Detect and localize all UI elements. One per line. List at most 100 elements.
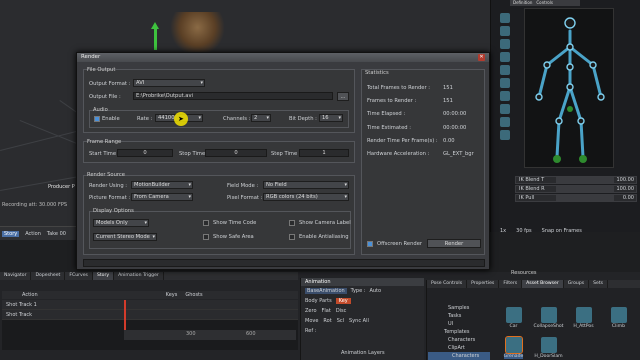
tab-controls[interactable]: Controls — [536, 0, 553, 6]
sync-all-button[interactable]: Sync All — [349, 318, 369, 324]
track-row[interactable]: Shot Track — [2, 310, 298, 320]
tab-story[interactable]: Story — [92, 272, 115, 280]
antialiasing-checkbox[interactable] — [289, 234, 295, 240]
key-button[interactable]: Key — [335, 298, 351, 304]
asset-thumbnail[interactable]: Grenade — [497, 331, 530, 359]
browse-button[interactable]: ... — [337, 92, 349, 101]
timeline-ruler[interactable]: 300 600 — [124, 330, 296, 340]
asset-tree: Samples Tasks UI Templates Characters Cl… — [428, 304, 490, 360]
prop-value[interactable]: 0.00 — [614, 195, 636, 201]
take-dropdown[interactable]: Take 00 — [47, 231, 66, 237]
tool-icon[interactable] — [500, 104, 510, 114]
prop-value[interactable]: 100.00 — [614, 177, 636, 183]
snap-dropdown[interactable]: Snap on Frames — [542, 228, 582, 234]
prop-value[interactable]: 100.00 — [614, 186, 636, 192]
tool-icon[interactable] — [500, 52, 510, 62]
tree-item[interactable]: Samples — [428, 304, 490, 312]
output-format-dropdown[interactable]: AVI — [133, 79, 205, 87]
picture-format-dropdown[interactable]: From Camera — [131, 193, 193, 201]
ruler-tick-label: 300 — [186, 331, 196, 337]
tree-item[interactable]: Templates — [428, 328, 490, 336]
character-skeleton-view[interactable] — [524, 8, 614, 168]
tool-icon[interactable] — [500, 13, 510, 23]
tab-properties[interactable]: Properties — [467, 280, 500, 288]
audio-enable-checkbox[interactable] — [94, 116, 100, 122]
render-button[interactable]: Render — [427, 239, 481, 248]
close-icon[interactable]: ✕ — [478, 54, 485, 61]
character-model[interactable] — [170, 12, 225, 56]
tab-filters[interactable]: Filters — [499, 280, 523, 288]
ik-blend-t-row[interactable]: IK Blend T 100.00 — [515, 176, 637, 184]
prop-slider[interactable] — [556, 186, 614, 192]
output-file-field[interactable]: E:\Probrike\Output.avi — [133, 92, 333, 100]
translate-y-axis[interactable] — [154, 28, 157, 50]
tool-icon[interactable] — [500, 117, 510, 127]
stereo-mode-dropdown[interactable]: Current Stereo Mode — [93, 233, 157, 241]
show-camera-label-checkbox[interactable] — [289, 220, 295, 226]
tool-icon[interactable] — [500, 91, 510, 101]
field-mode-dropdown[interactable]: No Field — [263, 181, 349, 189]
tree-item[interactable]: Characters — [428, 336, 490, 344]
tool-icon[interactable] — [500, 26, 510, 36]
tool-icon[interactable] — [500, 78, 510, 88]
resources-label: Resources — [511, 270, 537, 276]
fps-dropdown[interactable]: 30 fps — [516, 228, 532, 234]
keys-button[interactable]: Keys — [166, 292, 178, 298]
asset-label: Car — [509, 324, 518, 329]
tool-icon[interactable] — [500, 65, 510, 75]
tab-pose-controls[interactable]: Pose Controls — [427, 280, 468, 288]
ik-blend-r-row[interactable]: IK Blend R 100.00 — [515, 185, 637, 193]
asset-thumbnail[interactable]: Car — [497, 301, 530, 329]
step-time-field[interactable]: 1 — [299, 149, 349, 157]
asset-icon — [575, 307, 592, 323]
tab-sets[interactable]: Sets — [589, 280, 609, 288]
tab-fcurves[interactable]: FCurves — [65, 272, 93, 280]
asset-thumbnail[interactable]: H_DoorSlam — [532, 331, 565, 359]
show-safe-area-checkbox[interactable] — [203, 234, 209, 240]
speed-dropdown[interactable]: 1x — [500, 228, 506, 234]
prop-slider[interactable] — [556, 195, 614, 201]
tab-definition[interactable]: Definition — [513, 0, 532, 6]
output-file-label: Output File : — [89, 94, 121, 100]
dialog-titlebar[interactable]: Render ✕ — [77, 53, 489, 62]
channels-dropdown[interactable]: 2 — [251, 114, 271, 122]
tree-item[interactable]: Characters — [428, 352, 490, 360]
story-mode-button[interactable]: Story — [2, 230, 20, 237]
rot-button[interactable]: Rot — [323, 318, 331, 324]
tree-item[interactable]: ClipArt — [428, 344, 490, 352]
bitdepth-dropdown[interactable]: 16 — [319, 114, 343, 122]
tree-item[interactable]: Tasks — [428, 312, 490, 320]
asset-thumbnail[interactable]: CollapseShot — [532, 301, 565, 329]
stat-value: 0.00 — [443, 138, 455, 144]
models-only-dropdown[interactable]: Models Only — [93, 219, 149, 227]
tab-groups[interactable]: Groups — [564, 280, 590, 288]
action-dropdown[interactable]: Action — [25, 231, 41, 237]
tab-navigator[interactable]: Navigator — [0, 272, 32, 280]
stop-time-field[interactable]: 0 — [205, 149, 267, 157]
show-time-code-checkbox[interactable] — [203, 220, 209, 226]
scl-button[interactable]: Scl — [337, 318, 344, 324]
flat-button[interactable]: Flat — [322, 308, 331, 314]
tree-item[interactable]: UI — [428, 320, 490, 328]
tab-dopesheet[interactable]: Dopesheet — [31, 272, 66, 280]
zero-button[interactable]: Zero — [305, 308, 317, 314]
type-dropdown[interactable]: Auto — [369, 288, 381, 294]
base-animation-dropdown[interactable]: BaseAnimation — [305, 288, 347, 294]
offscreen-render-checkbox[interactable] — [367, 241, 373, 247]
story-action-dropdown[interactable]: Action — [22, 292, 38, 298]
ik-pull-row[interactable]: IK Pull 0.00 — [515, 194, 637, 202]
tab-animation-trigger[interactable]: Animation Trigger — [114, 272, 164, 280]
track-row[interactable]: Shot Track 1 — [2, 300, 298, 310]
tool-icon[interactable] — [500, 39, 510, 49]
move-button[interactable]: Move — [305, 318, 318, 324]
disc-button[interactable]: Disc — [336, 308, 347, 314]
tool-icon[interactable] — [500, 130, 510, 140]
prop-slider[interactable] — [556, 177, 614, 183]
render-using-dropdown[interactable]: MotionBuilder — [131, 181, 193, 189]
start-time-field[interactable]: 0 — [117, 149, 173, 157]
pixel-format-dropdown[interactable]: RGB colors (24 bits) — [263, 193, 349, 201]
tab-asset-browser[interactable]: Asset Browser — [522, 280, 564, 288]
asset-thumbnail[interactable]: H_AttPos — [567, 301, 600, 329]
asset-thumbnail[interactable]: Climb — [602, 301, 635, 329]
ghosts-button[interactable]: Ghosts — [185, 292, 202, 298]
